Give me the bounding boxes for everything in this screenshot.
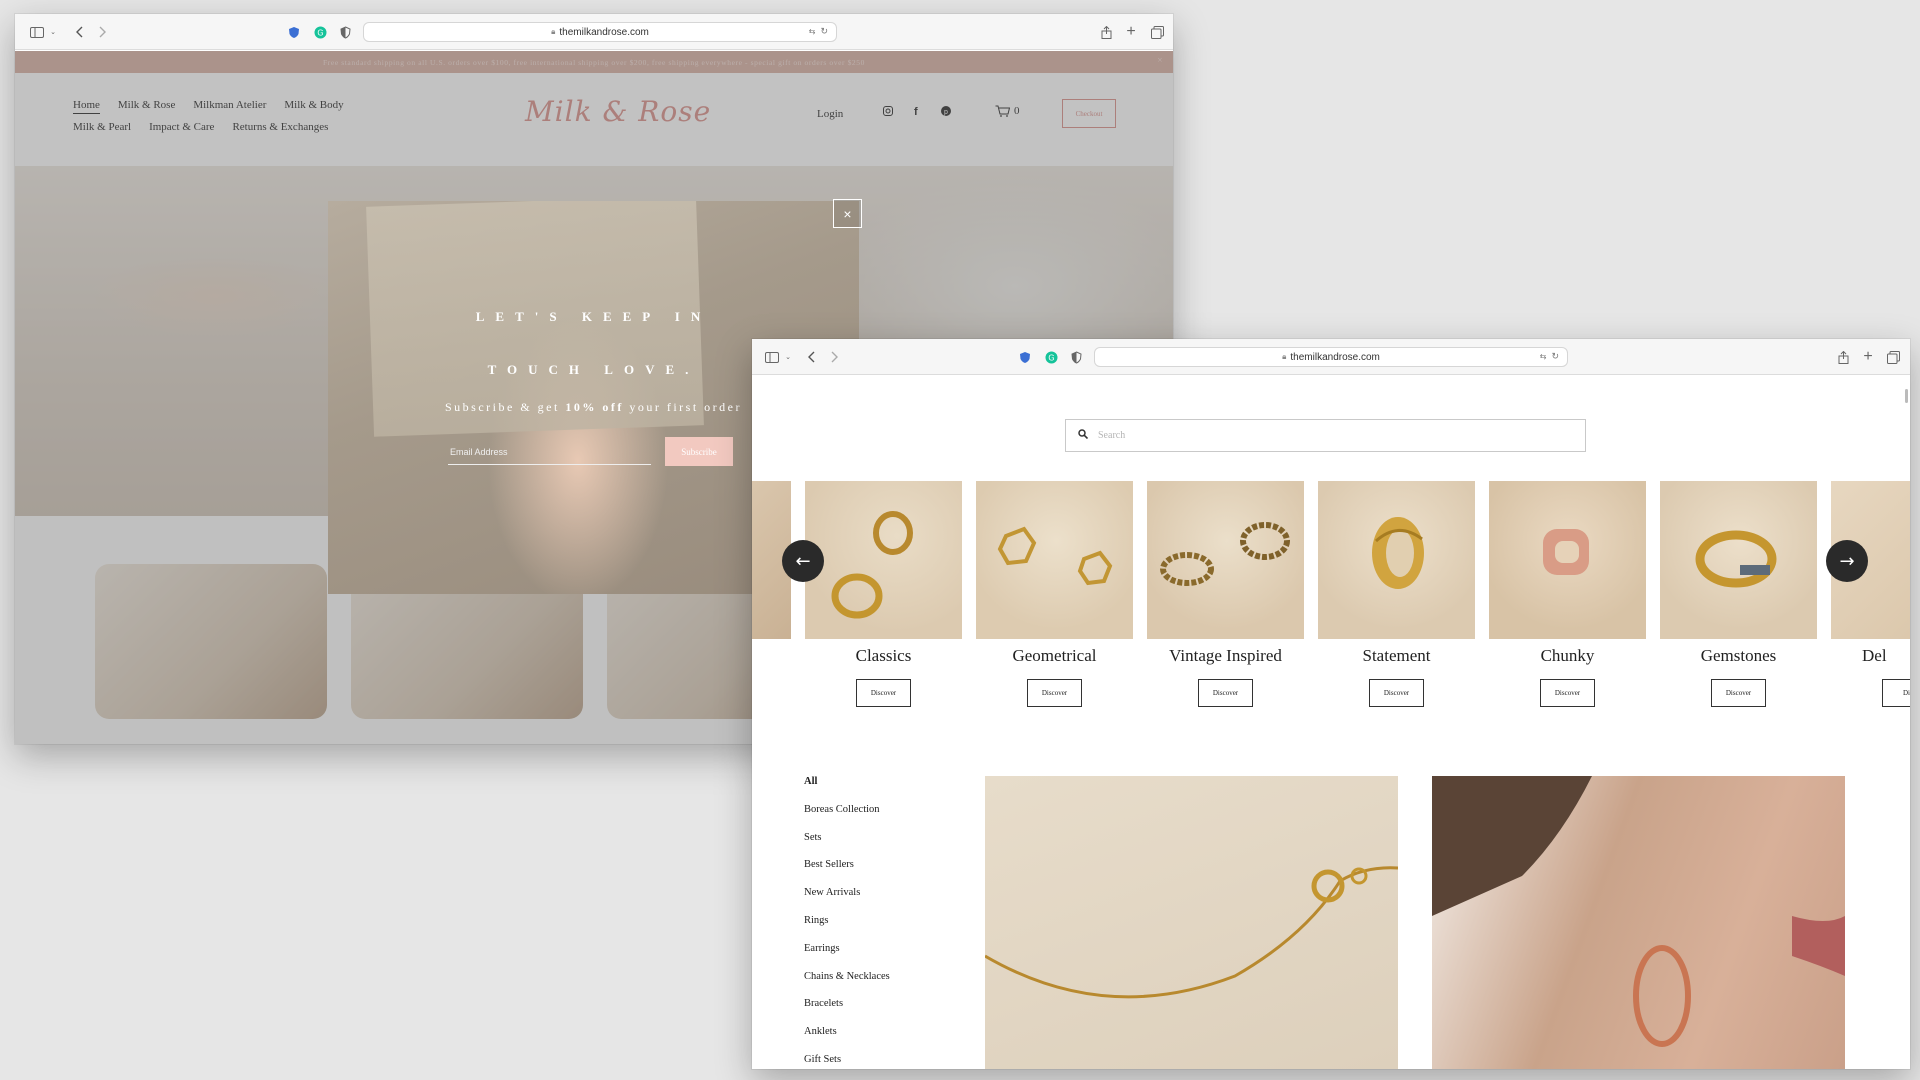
category-name: Geometrical bbox=[1012, 646, 1097, 665]
search-placeholder: Search bbox=[1098, 430, 1126, 441]
category-tile-chunky[interactable] bbox=[1489, 481, 1646, 639]
new-tab-icon[interactable]: + bbox=[1123, 14, 1139, 50]
popup-title-line1: LET'S KEEP IN bbox=[475, 309, 712, 324]
filter-sets[interactable]: Sets bbox=[804, 831, 890, 859]
filter-gift-sets[interactable]: Gift Sets bbox=[804, 1053, 890, 1069]
filter-best-sellers[interactable]: Best Sellers bbox=[804, 858, 890, 886]
url-text: themilkandrose.com bbox=[559, 26, 649, 38]
vintage-earrings-image bbox=[1160, 522, 1290, 586]
chevron-down-icon[interactable]: ⌄ bbox=[783, 339, 793, 375]
grammarly-icon[interactable]: G bbox=[1043, 339, 1059, 375]
search-icon bbox=[1078, 429, 1089, 442]
filter-earrings[interactable]: Earrings bbox=[804, 942, 890, 970]
statement-ring-image bbox=[1372, 517, 1424, 589]
browser-toolbar: ⌄ G 🔒︎ themilkandrose.com ⇆ ↻ + bbox=[15, 14, 1173, 50]
lock-icon: 🔒︎ bbox=[551, 27, 556, 36]
category-name-partial: Del bbox=[1862, 646, 1887, 665]
translate-icon[interactable]: ⇆ bbox=[809, 27, 816, 36]
address-bar[interactable]: 🔒︎ themilkandrose.com ⇆ ↻ bbox=[1094, 347, 1568, 367]
new-tab-icon[interactable]: + bbox=[1860, 339, 1876, 375]
reload-icon[interactable]: ↻ bbox=[1551, 351, 1559, 362]
category-tile-gemstones[interactable] bbox=[1660, 481, 1817, 639]
search-input[interactable]: Search bbox=[1065, 419, 1586, 452]
category-name: Statement bbox=[1362, 646, 1431, 665]
discover-button[interactable]: Discover bbox=[1198, 679, 1253, 707]
url-text: themilkandrose.com bbox=[1290, 351, 1380, 363]
category-tile-geometrical[interactable] bbox=[976, 481, 1133, 639]
category-tile-classics[interactable] bbox=[805, 481, 962, 639]
shield-icon[interactable] bbox=[1017, 339, 1033, 375]
category-tile-vintage-inspired[interactable] bbox=[1147, 481, 1304, 639]
carousel-next-button[interactable]: → bbox=[1826, 540, 1868, 582]
carousel-prev-button[interactable]: ← bbox=[782, 540, 824, 582]
filter-chains-and-necklaces[interactable]: Chains & Necklaces bbox=[804, 970, 890, 998]
reload-icon[interactable]: ↻ bbox=[820, 26, 828, 37]
discover-button-partial[interactable]: Di bbox=[1882, 679, 1910, 707]
forward-icon[interactable] bbox=[94, 14, 112, 50]
email-field[interactable]: Email Address bbox=[448, 443, 651, 465]
filter-bracelets[interactable]: Bracelets bbox=[804, 997, 890, 1025]
product-image-chain[interactable] bbox=[984, 776, 1399, 1069]
gemstone-ring-image bbox=[1695, 530, 1777, 588]
translate-icon[interactable]: ⇆ bbox=[1540, 352, 1547, 361]
category-name: Classics bbox=[855, 646, 912, 665]
popup-subtitle-post: your first order bbox=[629, 400, 742, 414]
svg-text:G: G bbox=[317, 28, 323, 37]
filter-anklets[interactable]: Anklets bbox=[804, 1025, 890, 1053]
back-icon[interactable] bbox=[70, 14, 88, 50]
share-icon[interactable] bbox=[1835, 339, 1851, 375]
tabs-overview-icon[interactable] bbox=[1885, 339, 1901, 375]
popup-subtitle-discount: 10% off bbox=[565, 400, 624, 414]
category-name: Vintage Inspired bbox=[1169, 646, 1282, 665]
category-name: Chunky bbox=[1540, 646, 1595, 665]
chevron-down-icon[interactable]: ⌄ bbox=[48, 14, 58, 50]
sidebar-toggle-icon[interactable] bbox=[25, 14, 49, 50]
privacy-shield-icon[interactable] bbox=[337, 14, 353, 50]
filter-all[interactable]: All bbox=[804, 775, 890, 803]
hexagon-earrings-image bbox=[997, 526, 1113, 586]
shield-icon[interactable] bbox=[286, 14, 302, 50]
back-icon[interactable] bbox=[802, 339, 820, 375]
discover-button[interactable]: Discover bbox=[1711, 679, 1766, 707]
discover-button[interactable]: Discover bbox=[1540, 679, 1595, 707]
hoop-earrings-image bbox=[831, 511, 913, 619]
close-popup-button[interactable]: × bbox=[833, 199, 862, 228]
category-name: Gemstones bbox=[1700, 646, 1777, 665]
filter-boreas-collection[interactable]: Boreas Collection bbox=[804, 803, 890, 831]
forward-icon[interactable] bbox=[826, 339, 844, 375]
gold-chain-image bbox=[984, 866, 1399, 999]
model-earring-image bbox=[1432, 776, 1845, 1047]
subscribe-button[interactable]: Subscribe bbox=[665, 437, 733, 466]
browser-window-front: ⌄ G 🔒︎ themilkandrose.com ⇆ ↻ + Search ←… bbox=[752, 339, 1910, 1069]
svg-text:G: G bbox=[1048, 353, 1054, 362]
address-bar[interactable]: 🔒︎ themilkandrose.com ⇆ ↻ bbox=[363, 22, 837, 42]
popup-subtitle-pre: Subscribe & get bbox=[445, 400, 560, 414]
discover-button[interactable]: Discover bbox=[1369, 679, 1424, 707]
sidebar-toggle-icon[interactable] bbox=[760, 339, 784, 375]
browser-toolbar: ⌄ G 🔒︎ themilkandrose.com ⇆ ↻ + bbox=[752, 339, 1910, 375]
product-image-model-earring[interactable] bbox=[1432, 776, 1845, 1069]
filter-new-arrivals[interactable]: New Arrivals bbox=[804, 886, 890, 914]
discover-button[interactable]: Discover bbox=[1027, 679, 1082, 707]
tabs-overview-icon[interactable] bbox=[1149, 14, 1165, 50]
category-tile-statement[interactable] bbox=[1318, 481, 1475, 639]
chunky-ring-image bbox=[1543, 529, 1589, 575]
share-icon[interactable] bbox=[1098, 14, 1114, 50]
discover-button[interactable]: Discover bbox=[856, 679, 911, 707]
lock-icon: 🔒︎ bbox=[1282, 352, 1287, 361]
category-filter-list: All Boreas Collection Sets Best Sellers … bbox=[804, 775, 890, 1069]
filter-rings[interactable]: Rings bbox=[804, 914, 890, 942]
privacy-shield-icon[interactable] bbox=[1068, 339, 1084, 375]
scrollbar[interactable] bbox=[1905, 389, 1908, 403]
grammarly-icon[interactable]: G bbox=[312, 14, 328, 50]
